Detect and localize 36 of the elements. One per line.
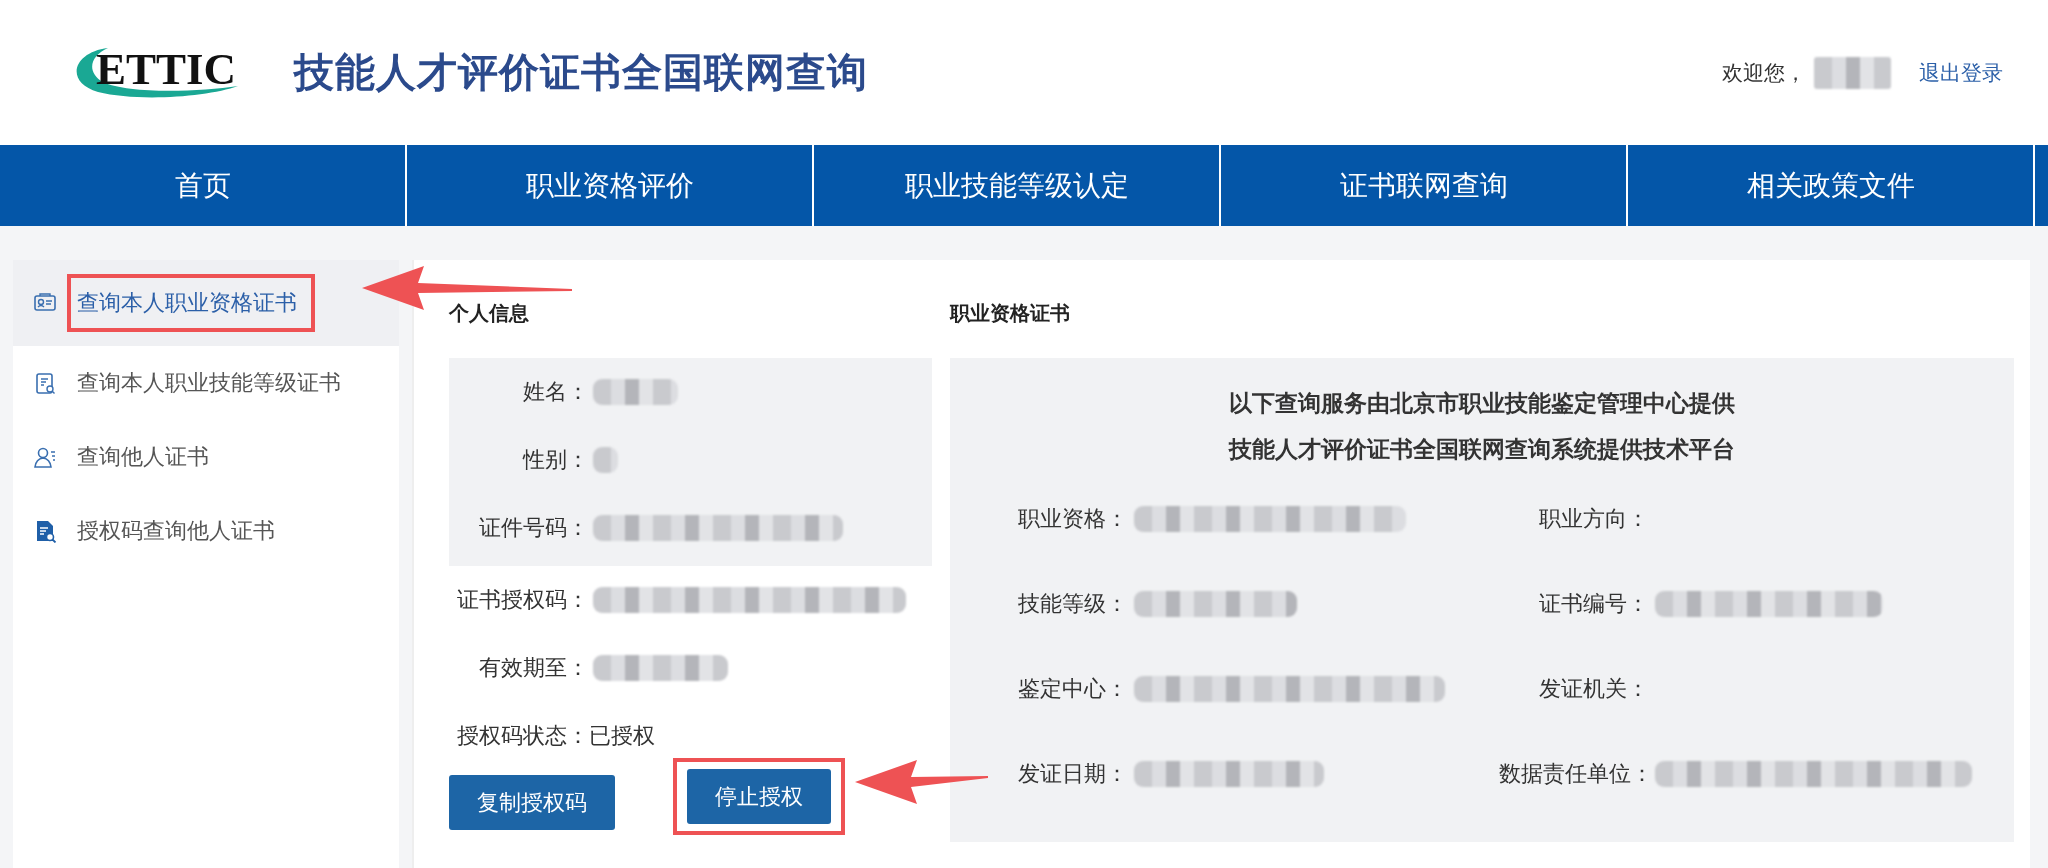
field-label: 性别：	[521, 446, 589, 474]
field-label: 证书编号：	[1538, 589, 1649, 618]
field-value: 已授权	[589, 722, 655, 750]
sidebar-item[interactable]: 授权码查询他人证书	[13, 494, 399, 568]
nav-tab[interactable]: 相关政策文件	[1628, 145, 2035, 226]
sidebar-item[interactable]: 查询本人职业技能等级证书	[13, 346, 399, 420]
welcome-text: 欢迎您，	[1722, 59, 1806, 86]
logout-link[interactable]: 退出登录	[1919, 58, 2003, 87]
nav-tab[interactable]: 证书联网查询	[1221, 145, 1628, 226]
section-heading: 职业资格证书	[950, 301, 1071, 326]
field-label: 技能等级：	[1017, 589, 1128, 618]
sidebar-item[interactable]: 查询他人证书	[13, 420, 399, 494]
person-list-icon	[33, 445, 57, 469]
field-label: 证书授权码：	[456, 586, 589, 614]
field-label: 数据责任单位：	[1499, 759, 1649, 788]
field-label: 授权码状态：	[456, 722, 589, 750]
nav-tab[interactable]: 首页	[0, 145, 407, 226]
notice-text: 技能人才评价证书全国联网查询系统提供技术平台	[1227, 435, 1736, 464]
section-heading: 个人信息	[449, 301, 530, 326]
field-label: 发证机关：	[1538, 674, 1649, 703]
field-label: 证件号码：	[478, 514, 589, 542]
copy-button[interactable]: 复制授权码	[449, 775, 615, 830]
field-label: 姓名：	[522, 378, 589, 406]
field-label: 鉴定中心：	[1017, 674, 1128, 703]
site-title: 技能人才评价证书全国联网查询	[294, 49, 868, 96]
sidebar-item[interactable]: 查询本人职业资格证书	[13, 260, 399, 346]
stop-button[interactable]: 停止授权	[687, 769, 831, 824]
field-label: 发证日期：	[1017, 759, 1128, 788]
nav-tab[interactable]: 职业技能等级认定	[814, 145, 1221, 226]
field-label: 有效期至：	[478, 654, 589, 682]
notice-text: 以下查询服务由北京市职业技能鉴定管理中心提供	[1228, 389, 1736, 418]
highlight-frame: 查询本人职业资格证书	[67, 274, 315, 332]
clipboard-search-icon	[33, 371, 57, 395]
field-label: 职业方向：	[1538, 504, 1649, 533]
nav-tab[interactable]: 职业资格评价	[407, 145, 814, 226]
field-label: 职业资格：	[1017, 504, 1128, 533]
